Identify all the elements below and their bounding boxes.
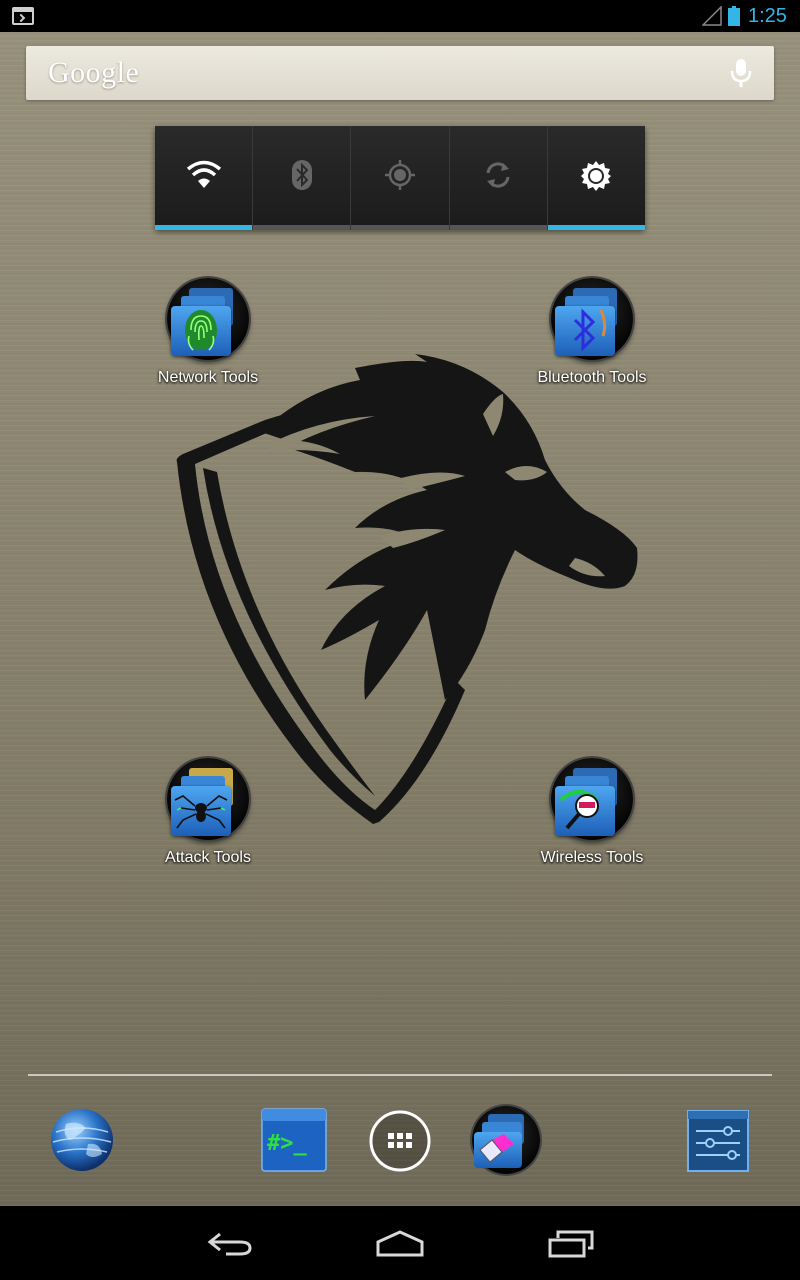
back-icon[interactable] — [206, 1228, 254, 1258]
settings-sliders-icon[interactable] — [686, 1109, 750, 1173]
status-bar: 1:25 — [0, 0, 800, 32]
spider-glyph — [174, 795, 228, 829]
dock-divider — [28, 1074, 772, 1076]
all-apps-icon[interactable] — [368, 1109, 432, 1173]
bluetooth-tools-label: Bluetooth Tools — [537, 369, 647, 386]
wireless-tools-folder[interactable]: Wireless Tools — [507, 758, 677, 868]
brightness-icon — [581, 161, 612, 191]
wifi-ssid-folder-icon — [551, 758, 633, 840]
brightness-indicator — [547, 225, 646, 230]
battery-icon — [728, 6, 740, 26]
eraser-folder-icon — [472, 1106, 540, 1174]
ssid-magnifier-glyph — [559, 790, 599, 830]
attack-tools-label: Attack Tools — [165, 849, 251, 866]
wifi-icon — [186, 160, 221, 188]
bluetooth-folder-icon — [551, 278, 633, 360]
brightness-toggle[interactable] — [547, 126, 646, 230]
clock: 1:25 — [748, 5, 787, 27]
bluetooth-icon — [291, 160, 312, 190]
network-tools-folder[interactable]: Network Tools — [123, 278, 293, 388]
gps-icon — [385, 160, 415, 190]
wifi-toggle[interactable] — [155, 126, 254, 230]
google-logo: Google — [48, 56, 140, 89]
spider-folder-icon — [167, 758, 249, 840]
bluetooth-tools-folder[interactable]: Bluetooth Tools — [507, 278, 677, 388]
recents-icon[interactable] — [546, 1228, 596, 1258]
google-search-bar[interactable]: Google — [26, 46, 774, 100]
navigation-bar — [0, 1206, 800, 1280]
sync-toggle[interactable] — [449, 126, 548, 230]
bluetooth-toggle[interactable] — [253, 126, 352, 230]
sync-indicator — [449, 225, 547, 230]
eraser-glyph — [479, 1134, 514, 1163]
home-icon[interactable] — [374, 1228, 426, 1258]
fingerprint-folder-icon — [167, 278, 249, 360]
network-tools-label: Network Tools — [157, 369, 259, 386]
gps-toggle[interactable] — [351, 126, 450, 230]
fingerprint-glyph — [185, 310, 217, 351]
mic-icon[interactable] — [730, 58, 752, 88]
power-control-widget — [155, 126, 646, 230]
attack-tools-folder[interactable]: Attack Tools — [123, 758, 293, 868]
signal-empty-icon — [702, 6, 722, 26]
gps-indicator — [351, 225, 449, 230]
globe-icon[interactable] — [48, 1106, 116, 1174]
wireless-tools-label: Wireless Tools — [540, 849, 644, 866]
terminal-notification-icon[interactable] — [12, 7, 34, 25]
sync-icon — [486, 162, 510, 188]
terminal-app-icon[interactable]: #>_ — [261, 1108, 327, 1172]
svg-text:#>_: #>_ — [267, 1131, 307, 1156]
bluetooth-indicator — [253, 225, 351, 230]
eraser-tools-folder[interactable] — [472, 1106, 540, 1174]
bluetooth-glyph — [573, 308, 607, 352]
wifi-indicator — [155, 225, 253, 230]
